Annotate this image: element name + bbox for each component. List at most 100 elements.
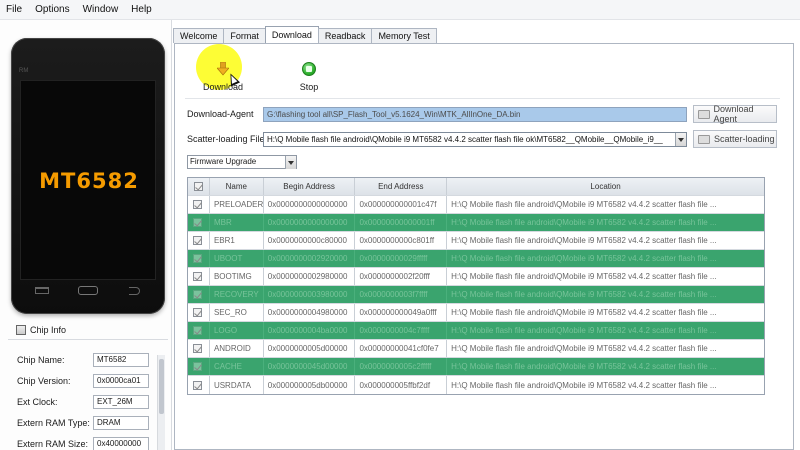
- checkbox-icon[interactable]: [193, 272, 202, 281]
- tab-format[interactable]: Format: [223, 28, 266, 43]
- begin-address: 0x0000000003980000: [264, 286, 356, 303]
- partition-location[interactable]: H:\Q Mobile flash file android\QMobile i…: [447, 214, 764, 231]
- menu-help[interactable]: Help: [131, 4, 152, 15]
- scatter-file-field[interactable]: H:\Q Mobile flash file android\QMobile i…: [263, 132, 687, 147]
- scatter-file-path: H:\Q Mobile flash file android\QMobile i…: [267, 135, 663, 144]
- checkbox-icon[interactable]: [193, 182, 203, 191]
- checkbox-icon[interactable]: [193, 344, 202, 353]
- partition-location[interactable]: H:\Q Mobile flash file android\QMobile i…: [447, 232, 764, 249]
- phone-chip-label: MT6582: [39, 169, 139, 193]
- mode-select-value: Firmware Upgrade: [190, 157, 257, 166]
- row-checkbox-cell[interactable]: [188, 376, 210, 394]
- header-select-all[interactable]: [188, 178, 210, 195]
- tab-readback[interactable]: Readback: [317, 28, 373, 43]
- row-checkbox-cell[interactable]: [188, 358, 210, 375]
- mode-select[interactable]: Firmware Upgrade: [187, 155, 297, 169]
- begin-address: 0x000000005db00000: [264, 376, 356, 394]
- checkbox-icon[interactable]: [193, 200, 202, 209]
- table-row[interactable]: ANDROID 0x0000000005d00000 0x00000000041cf…: [188, 340, 764, 358]
- scatter-file-label: Scatter-loading File: [187, 134, 265, 144]
- checkbox-icon[interactable]: [193, 290, 202, 299]
- row-checkbox-cell[interactable]: [188, 250, 210, 267]
- partition-location[interactable]: H:\Q Mobile flash file android\QMobile i…: [447, 196, 764, 213]
- header-end-address[interactable]: End Address: [355, 178, 448, 195]
- partition-name: LOGO: [210, 322, 264, 339]
- begin-address: 0x0000000004980000: [264, 304, 356, 321]
- table-row[interactable]: UBOOT 0x0000000002920000 0x00000000029ffff…: [188, 250, 764, 268]
- end-address: 0x0000000002f20fff: [355, 268, 448, 285]
- partition-name: ANDROID: [210, 340, 264, 357]
- chip-info-scrollbar[interactable]: [157, 355, 165, 450]
- partition-location[interactable]: H:\Q Mobile flash file android\QMobile i…: [447, 268, 764, 285]
- partition-location[interactable]: H:\Q Mobile flash file android\QMobile i…: [447, 322, 764, 339]
- table-row[interactable]: USRDATA 0x000000005db00000 0x000000005ffbf…: [188, 376, 764, 394]
- stop-icon: [302, 62, 316, 76]
- phone-screen: MT6582: [20, 80, 156, 280]
- checkbox-icon[interactable]: [193, 236, 202, 245]
- checkbox-icon[interactable]: [193, 308, 202, 317]
- chip-key: Extern RAM Type:: [17, 418, 90, 428]
- menu-options[interactable]: Options: [35, 4, 69, 15]
- header-begin-address[interactable]: Begin Address: [264, 178, 356, 195]
- row-checkbox-cell[interactable]: [188, 322, 210, 339]
- begin-address: 0x0000000000000000: [264, 214, 356, 231]
- download-panel: Download Stop Download-Agent G:\flashing…: [174, 43, 794, 450]
- partition-location[interactable]: H:\Q Mobile flash file android\QMobile i…: [447, 340, 764, 357]
- table-row[interactable]: MBR 0x0000000000000000 0x00000000000001ff H…: [188, 214, 764, 232]
- stop-label: Stop: [299, 82, 319, 92]
- menu-file[interactable]: File: [6, 4, 22, 15]
- chevron-down-icon[interactable]: [675, 133, 686, 146]
- partition-location[interactable]: H:\Q Mobile flash file android\QMobile i…: [447, 286, 764, 303]
- row-checkbox-cell[interactable]: [188, 268, 210, 285]
- chip-row-ram-type: Extern RAM Type: DRAM: [17, 415, 167, 431]
- partition-name: CACHE: [210, 358, 264, 375]
- table-row[interactable]: RECOVERY 0x0000000003980000 0x0000000003f7…: [188, 286, 764, 304]
- row-checkbox-cell[interactable]: [188, 286, 210, 303]
- table-row[interactable]: BOOTIMG 0x0000000002980000 0x0000000002f20…: [188, 268, 764, 286]
- end-address: 0x000000000049a0fff: [355, 304, 448, 321]
- menu-window[interactable]: Window: [83, 4, 119, 15]
- checkbox-icon[interactable]: [193, 362, 202, 371]
- toolbar-divider: [185, 98, 780, 99]
- table-row[interactable]: PRELOADER 0x0000000000000000 0x00000000000…: [188, 196, 764, 214]
- partition-location[interactable]: H:\Q Mobile flash file android\QMobile i…: [447, 250, 764, 267]
- checkbox-icon[interactable]: [193, 380, 202, 390]
- header-location[interactable]: Location: [447, 178, 764, 195]
- chip-key: Chip Name:: [17, 355, 65, 365]
- table-header-row: Name Begin Address End Address Location: [188, 178, 764, 196]
- scrollbar-thumb[interactable]: [159, 359, 164, 414]
- phone-back-icon: [127, 287, 141, 295]
- partition-name: UBOOT: [210, 250, 264, 267]
- checkbox-icon[interactable]: [193, 218, 202, 227]
- table-row[interactable]: EBR1 0x0000000000c80000 0x0000000000c801ff…: [188, 232, 764, 250]
- row-checkbox-cell[interactable]: [188, 304, 210, 321]
- begin-address: 0x0000000000c80000: [264, 232, 356, 249]
- header-name[interactable]: Name: [210, 178, 264, 195]
- table-row[interactable]: CACHE 0x0000000045d00000 0x0000000005c2fff…: [188, 358, 764, 376]
- partition-location[interactable]: H:\Q Mobile flash file android\QMobile i…: [447, 376, 764, 394]
- download-agent-button[interactable]: Download Agent: [693, 104, 777, 124]
- checkbox-icon[interactable]: [193, 254, 202, 263]
- table-row[interactable]: SEC_RO 0x0000000004980000 0x000000000049a0…: [188, 304, 764, 322]
- row-checkbox-cell[interactable]: [188, 214, 210, 231]
- row-checkbox-cell[interactable]: [188, 340, 210, 357]
- chip-value: 0x0000ca01: [93, 374, 149, 388]
- partition-location[interactable]: H:\Q Mobile flash file android\QMobile i…: [447, 358, 764, 375]
- chip-value: 0x40000000: [93, 437, 149, 450]
- row-checkbox-cell[interactable]: [188, 232, 210, 249]
- stop-button[interactable]: Stop: [289, 58, 329, 98]
- chip-row-version: Chip Version: 0x0000ca01: [17, 373, 167, 389]
- chip-value: EXT_26M: [93, 395, 149, 409]
- table-row[interactable]: LOGO 0x0000000004ba0000 0x0000000004c7ffff…: [188, 322, 764, 340]
- partition-name: BOOTIMG: [210, 268, 264, 285]
- download-agent-field[interactable]: G:\flashing tool all\SP_Flash_Tool_v5.16…: [263, 107, 687, 122]
- row-checkbox-cell[interactable]: [188, 196, 210, 213]
- tab-memory-test[interactable]: Memory Test: [371, 28, 437, 43]
- tab-download[interactable]: Download: [264, 26, 319, 43]
- chevron-down-icon[interactable]: [285, 156, 296, 169]
- checkbox-icon[interactable]: [193, 326, 202, 335]
- partition-location[interactable]: H:\Q Mobile flash file android\QMobile i…: [447, 304, 764, 321]
- scatter-loading-button[interactable]: Scatter-loading: [693, 130, 777, 148]
- end-address: 0x000000000001c47f: [355, 196, 448, 213]
- tab-welcome[interactable]: Welcome: [173, 28, 225, 43]
